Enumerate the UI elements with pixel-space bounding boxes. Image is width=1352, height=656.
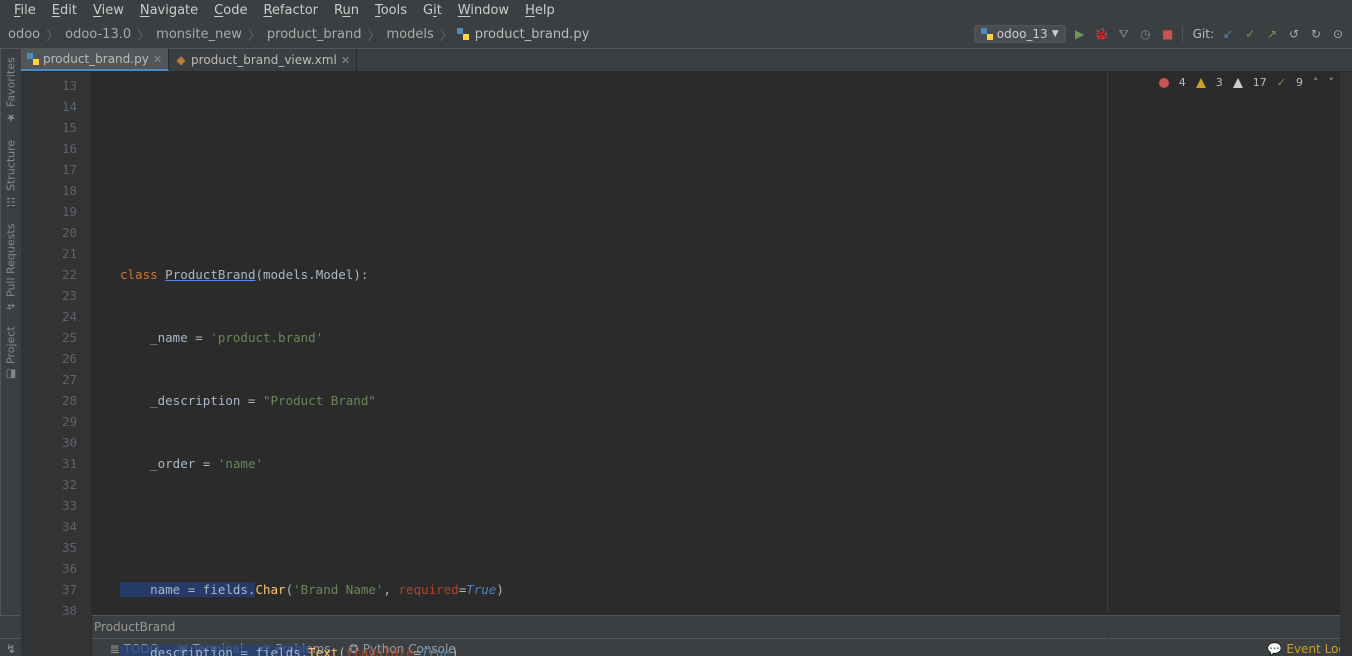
warning-icon: [1196, 78, 1206, 88]
code-line[interactable]: _order = 'name': [92, 453, 1340, 474]
run-config-name: odoo_13: [997, 27, 1048, 41]
menu-run[interactable]: Run: [326, 3, 367, 18]
git-label: Git:: [1193, 27, 1214, 41]
editor: product_brand.py ✕ ◆ product_brand_view.…: [21, 49, 1352, 615]
stop-button[interactable]: ■: [1160, 26, 1176, 42]
left-tool-stripe: ◧ Project ↯ Pull Requests ☷ Structure ★ …: [0, 49, 21, 615]
git-update-button[interactable]: ↙: [1220, 26, 1236, 42]
profiler-button[interactable]: ◷: [1138, 26, 1154, 42]
run-configuration-select[interactable]: odoo_13 ▼: [974, 25, 1066, 43]
menu-help[interactable]: Help: [517, 3, 563, 18]
menu-git[interactable]: Git: [415, 3, 450, 18]
xml-icon: ◆: [175, 54, 187, 66]
run-button[interactable]: ▶: [1072, 26, 1088, 42]
python-icon: [457, 28, 469, 40]
code-line[interactable]: _description = "Product Brand": [92, 390, 1340, 411]
warning-count: 3: [1216, 76, 1223, 89]
chevron-down-icon: ▼: [1052, 29, 1059, 39]
breadcrumb-item[interactable]: product_brand: [265, 25, 364, 44]
tab-label: product_brand_view.xml: [191, 53, 337, 67]
typo-icon: ✓: [1277, 76, 1286, 89]
run-coverage-button[interactable]: ⛛: [1116, 26, 1132, 42]
breadcrumb-item[interactable]: odoo-13.0: [63, 25, 133, 44]
menu-refactor[interactable]: Refactor: [255, 3, 326, 18]
problems-widget[interactable]: 4 3 17 ✓ 9 ˄ ˅: [1159, 76, 1334, 89]
favorites-tool-window-button[interactable]: ★ Favorites: [3, 49, 20, 132]
python-icon: [27, 53, 39, 65]
chevron-right-icon: 〉: [46, 25, 59, 44]
menu-file[interactable]: File: [6, 3, 44, 18]
error-icon: [1159, 78, 1169, 88]
menu-view[interactable]: View: [85, 3, 132, 18]
editor-viewport[interactable]: 4 3 17 ✓ 9 ˄ ˅ 13141516171819202122232425…: [21, 72, 1352, 656]
chevron-right-icon: 〉: [440, 25, 453, 44]
breadcrumb-item[interactable]: models: [384, 25, 435, 44]
code-line[interactable]: [92, 516, 1340, 537]
git-history-button[interactable]: ↺: [1286, 26, 1302, 42]
breadcrumb-item[interactable]: monsite_new: [154, 25, 244, 44]
menu-bar: File Edit View Navigate Code Refactor Ru…: [0, 0, 1352, 20]
line-gutter[interactable]: 1314151617181920212223242526272829303132…: [21, 72, 92, 656]
breadcrumb-item[interactable]: odoo: [6, 25, 42, 44]
weak-warning-count: 17: [1253, 76, 1267, 89]
menu-tools[interactable]: Tools: [367, 3, 415, 18]
close-icon[interactable]: ✕: [153, 53, 162, 66]
chevron-right-icon: 〉: [137, 25, 150, 44]
code-line[interactable]: description = fields.Text(translate=True…: [92, 642, 1340, 656]
breadcrumb: odoo〉 odoo-13.0〉 monsite_new〉 product_br…: [6, 25, 591, 44]
structure-tool-window-button[interactable]: ☷ Structure: [3, 132, 20, 216]
separator: [1182, 26, 1183, 42]
editor-tab[interactable]: ◆ product_brand_view.xml ✕: [169, 49, 357, 71]
chevron-right-icon: 〉: [248, 25, 261, 44]
git-rollback-button[interactable]: ↻: [1308, 26, 1324, 42]
navigation-toolbar: odoo〉 odoo-13.0〉 monsite_new〉 product_br…: [0, 20, 1352, 49]
code-line[interactable]: name = fields.Char('Brand Name', require…: [92, 579, 1340, 600]
editor-tab-active[interactable]: product_brand.py ✕: [21, 49, 169, 71]
git-push-button[interactable]: ↗: [1264, 26, 1280, 42]
code-line[interactable]: [92, 201, 1340, 222]
git-commit-button[interactable]: ✓: [1242, 26, 1258, 42]
code-area[interactable]: class ProductBrand(models.Model): _name …: [92, 72, 1340, 656]
menu-navigate[interactable]: Navigate: [132, 3, 206, 18]
code-line[interactable]: [92, 138, 1340, 159]
debug-button[interactable]: 🐞: [1094, 26, 1110, 42]
typo-count: 9: [1296, 76, 1303, 89]
chevron-up-icon[interactable]: ˄: [1313, 76, 1319, 89]
chevron-down-icon[interactable]: ˅: [1329, 76, 1335, 89]
code-line[interactable]: class ProductBrand(models.Model):: [92, 264, 1340, 285]
menu-code[interactable]: Code: [206, 3, 255, 18]
error-stripe[interactable]: [1340, 72, 1352, 656]
search-all-button[interactable]: ⊙: [1330, 26, 1346, 42]
editor-tabs: product_brand.py ✕ ◆ product_brand_view.…: [21, 49, 1352, 72]
error-count: 4: [1179, 76, 1186, 89]
chevron-right-icon: 〉: [367, 25, 380, 44]
main-body: ◧ Project ↯ Pull Requests ☷ Structure ★ …: [0, 49, 1352, 615]
python-icon: [981, 28, 993, 40]
weak-warning-icon: [1233, 78, 1243, 88]
pull-requests-tool-window-button[interactable]: ↯ Pull Requests: [3, 216, 20, 319]
menu-window[interactable]: Window: [450, 3, 517, 18]
menu-edit[interactable]: Edit: [44, 3, 85, 18]
close-icon[interactable]: ✕: [341, 54, 350, 67]
code-line[interactable]: _name = 'product.brand': [92, 327, 1340, 348]
tab-label: product_brand.py: [43, 52, 149, 66]
project-tool-window-button[interactable]: ◧ Project: [3, 319, 20, 390]
breadcrumb-current-file[interactable]: product_brand.py: [473, 25, 592, 44]
right-margin-line: [1107, 72, 1108, 656]
